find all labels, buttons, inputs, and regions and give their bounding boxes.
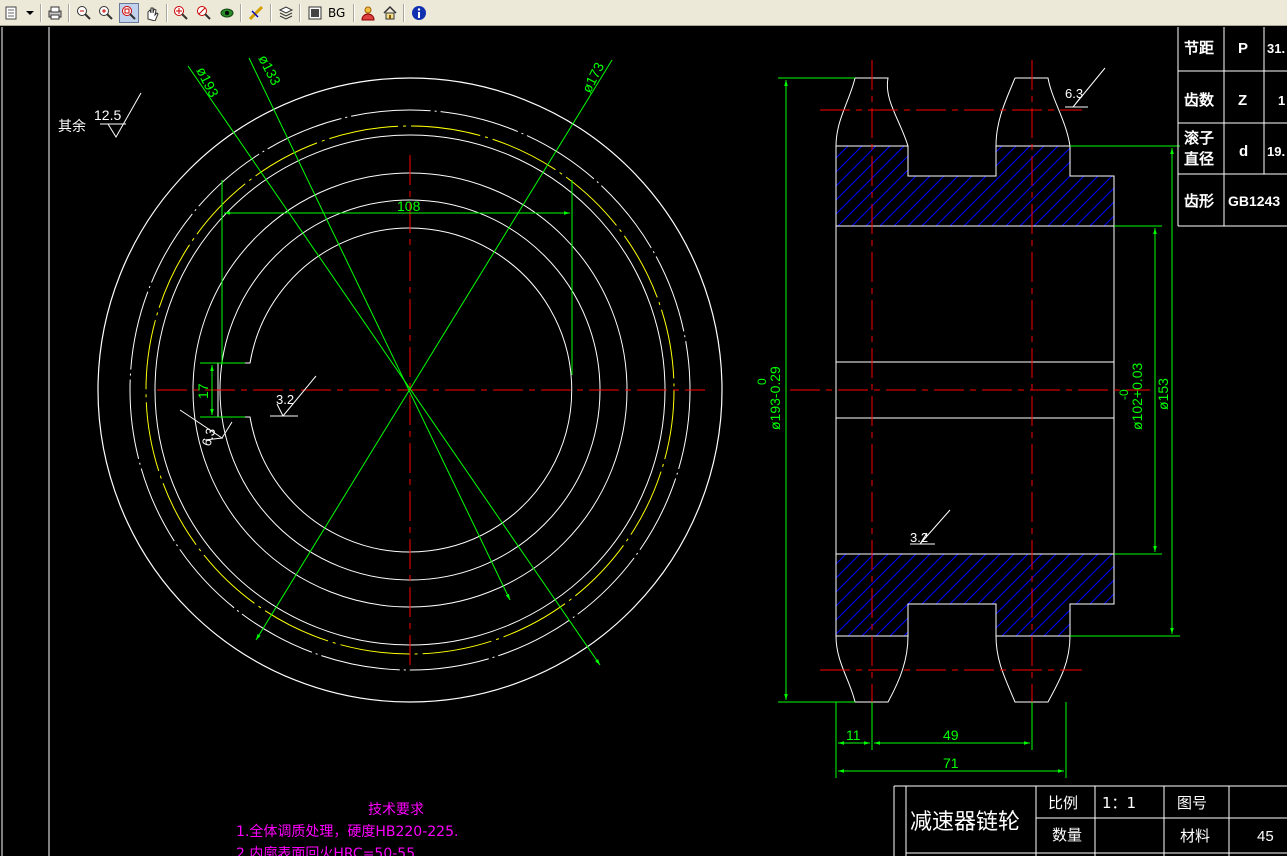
zoom-realtime-icon[interactable] — [171, 3, 191, 23]
notes-line-2: 2.内廓表面回火HRC=50-55 — [236, 845, 415, 856]
roughness-3-2-right-label: 3.2 — [910, 530, 928, 545]
title-scale-value: 1：1 — [1102, 794, 1136, 812]
dim-49-label: 49 — [943, 727, 959, 743]
dim-outer-tol: 0 — [755, 378, 769, 385]
notes-line-1: 1.全体调质处理，硬度HB220-225. — [236, 823, 458, 840]
param-value-teeth: 1 — [1278, 93, 1285, 108]
sprocket-section-view: ø193-0.29 0 ø102+0.03 -0 ø153 11 49 71 6… — [755, 60, 1180, 778]
param-name-pitch: 节距 — [1184, 39, 1214, 57]
dim-71-label: 71 — [943, 755, 959, 771]
cad-drawing-canvas[interactable]: ø193 ø133 ø173 108 17 3.2 6.3 其余 12.5 ø1… — [0, 26, 1287, 856]
param-value-tooth-form: GB1243 — [1228, 193, 1280, 209]
roughness-3-2-left-label: 3.2 — [276, 392, 294, 407]
title-scale-label: 比例 — [1048, 794, 1078, 812]
background-color-icon[interactable] — [305, 3, 325, 23]
title-qty-label: 数量 — [1052, 826, 1082, 844]
zoom-out-icon[interactable] — [74, 3, 94, 23]
param-name-roller-line1: 滚子 — [1184, 129, 1214, 147]
home-icon[interactable] — [380, 3, 400, 23]
dim-108-label: 108 — [397, 198, 421, 214]
param-name-teeth: 齿数 — [1184, 91, 1215, 109]
title-block: 减速器链轮 比例 1：1 图号 数量 材料 45 — [893, 785, 1287, 856]
param-value-pitch: 31. — [1267, 41, 1285, 56]
sprocket-params-table: 节距 P 31. 齿数 Z 1 滚子 直径 d 19. 齿形 GB1243 — [1177, 27, 1287, 227]
dim-leader-d133 — [248, 57, 511, 601]
dim-hub-label: ø153 — [1155, 378, 1171, 410]
title-material-label: 材料 — [1180, 827, 1210, 845]
open-file-icon[interactable] — [2, 3, 36, 23]
dim-d133-label: ø133 — [255, 52, 284, 88]
zoom-in-icon[interactable] — [96, 3, 116, 23]
zoom-all-icon[interactable] — [194, 3, 214, 23]
hatch-upper — [835, 145, 1115, 227]
roughness-default-value: 12.5 — [94, 107, 121, 123]
zoom-window-icon[interactable] — [119, 3, 139, 23]
roughness-6-3-right-label: 6.3 — [1065, 86, 1083, 101]
dim-17-label: 17 — [195, 383, 211, 399]
dim-leader-d173 — [255, 59, 613, 641]
title-part-name: 减速器链轮 — [910, 810, 1020, 835]
dim-bore-main: ø102+0.03 — [1129, 362, 1145, 430]
sprocket-front-view: ø193 ø133 ø173 108 17 3.2 6.3 其余 12.5 — [58, 52, 723, 703]
pan-icon[interactable] — [142, 3, 162, 23]
hatch-lower — [835, 553, 1115, 637]
toolbar: BG — [0, 0, 1287, 26]
title-material-value: 45 — [1257, 828, 1274, 845]
layers-icon[interactable] — [276, 3, 296, 23]
print-icon[interactable] — [45, 3, 65, 23]
dim-11-label: 11 — [846, 727, 861, 743]
param-value-roller: 19. — [1267, 144, 1285, 159]
param-symbol-teeth: Z — [1238, 92, 1247, 109]
param-name-roller-line2: 直径 — [1184, 150, 1214, 168]
roughness-default-prefix: 其余 — [58, 118, 86, 135]
dim-leader-d193 — [187, 65, 601, 666]
info-icon[interactable] — [409, 3, 429, 23]
user-icon[interactable] — [358, 3, 378, 23]
drawing-frame — [1, 27, 50, 856]
bg-toggle-button[interactable]: BG — [328, 3, 350, 23]
technical-notes: 技术要求 1.全体调质处理，硬度HB220-225. 2.内廓表面回火HRC=5… — [236, 802, 458, 856]
measure-icon[interactable] — [246, 3, 266, 23]
roughness-6-3-left-label: 6.3 — [199, 426, 219, 448]
view-eye-icon[interactable] — [217, 3, 237, 23]
notes-title: 技术要求 — [368, 802, 424, 818]
param-symbol-roller: d — [1239, 143, 1248, 160]
title-drawing-no-label: 图号 — [1177, 794, 1207, 812]
dim-bore-tol: -0 — [1117, 389, 1131, 400]
dim-d173-label: ø173 — [578, 59, 607, 95]
dim-outer-main: ø193-0.29 — [767, 366, 783, 430]
param-name-tooth-form: 齿形 — [1184, 192, 1214, 210]
dim-d193-label: ø193 — [193, 64, 222, 100]
param-symbol-pitch: P — [1238, 40, 1248, 57]
